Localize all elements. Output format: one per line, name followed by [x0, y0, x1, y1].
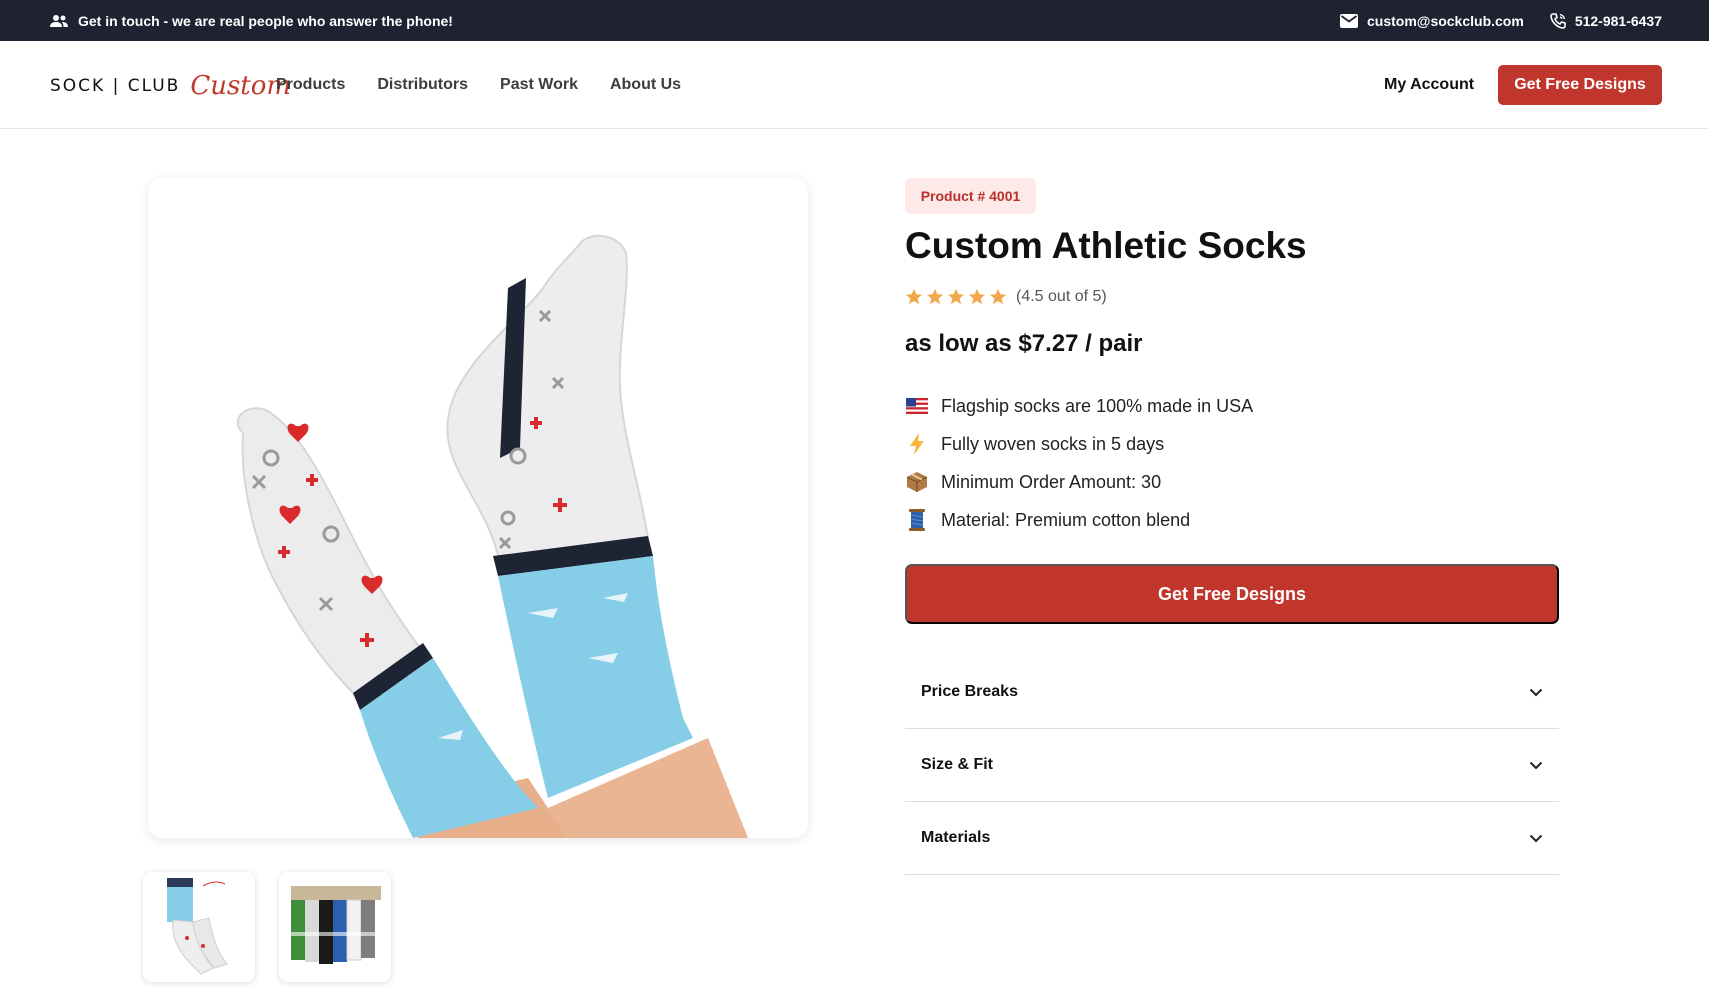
star-icon: [968, 288, 986, 305]
product-price: as low as $7.27 / pair: [905, 330, 1143, 357]
feature-list: Flagship socks are 100% made in USA Full…: [905, 387, 1253, 539]
logo-text: SOCK | CLUB: [50, 76, 181, 96]
top-bar: Get in touch - we are real people who an…: [0, 0, 1709, 41]
nav-past-work[interactable]: Past Work: [500, 76, 578, 94]
product-title: Custom Athletic Socks: [905, 225, 1307, 266]
feature-text: Fully woven socks in 5 days: [941, 433, 1165, 454]
chevron-down-icon: [1529, 688, 1543, 696]
accordion-size-fit[interactable]: Size & Fit: [905, 729, 1559, 802]
get-free-designs-button[interactable]: Get Free Designs: [905, 564, 1559, 624]
logo[interactable]: SOCK | CLUB Custom: [50, 66, 291, 106]
star-icon: [989, 288, 1007, 305]
main-product-image[interactable]: [148, 178, 808, 838]
envelope-icon: [1340, 13, 1358, 28]
thumbnail-1-image: [167, 878, 228, 975]
product-number-badge: Product # 4001: [905, 178, 1036, 214]
header-get-free-designs-button[interactable]: Get Free Designs: [1498, 65, 1662, 105]
phone-icon: [1550, 12, 1566, 29]
feature-item: Material: Premium cotton blend: [905, 501, 1253, 539]
accordion-materials[interactable]: Materials: [905, 802, 1559, 875]
people-icon: [50, 14, 68, 27]
feature-item: Fully woven socks in 5 days: [905, 425, 1253, 463]
contact-message: Get in touch - we are real people who an…: [49, 0, 453, 41]
package-icon: [905, 470, 929, 494]
nav-about-us[interactable]: About Us: [610, 76, 681, 94]
chevron-down-icon: [1529, 761, 1543, 769]
thread-spool-icon: [905, 508, 929, 532]
star-icon: [947, 288, 965, 305]
lightning-icon: [905, 432, 929, 456]
email-text: custom@sockclub.com: [1367, 12, 1524, 29]
thumbnail-2-image: [291, 886, 381, 964]
accordion-label: Size & Fit: [921, 756, 994, 773]
phone-link[interactable]: 512-981-6437: [1550, 13, 1662, 29]
site-header: SOCK | CLUB Custom Products Distributors…: [0, 41, 1709, 129]
accordion-label: Materials: [921, 829, 991, 846]
thumbnail-1[interactable]: [143, 872, 255, 982]
feature-item: Flagship socks are 100% made in USA: [905, 387, 1253, 425]
us-flag-icon: [905, 394, 929, 418]
nav-products[interactable]: Products: [276, 76, 345, 94]
feature-text: Material: Premium cotton blend: [941, 509, 1191, 530]
feature-text: Flagship socks are 100% made in USA: [941, 395, 1254, 416]
feature-item: Minimum Order Amount: 30: [905, 463, 1253, 501]
accordion-label: Price Breaks: [921, 683, 1018, 700]
contact-message-text: Get in touch - we are real people who an…: [78, 12, 453, 29]
socks-illustration: [236, 234, 748, 838]
accordion-price-breaks[interactable]: Price Breaks: [905, 656, 1559, 729]
chevron-down-icon: [1529, 834, 1543, 842]
my-account-link[interactable]: My Account: [1384, 41, 1474, 129]
thumbnail-2[interactable]: [279, 872, 391, 982]
feature-text: Minimum Order Amount: 30: [941, 471, 1162, 492]
phone-text: 512-981-6437: [1574, 12, 1662, 29]
rating-text: (4.5 out of 5): [1016, 288, 1107, 305]
product-accordion: Price Breaks Size & Fit Materials: [905, 656, 1559, 875]
star-icon: [905, 288, 923, 305]
main-nav: Products Distributors Past Work About Us: [276, 41, 681, 129]
star-icon: [926, 288, 944, 305]
nav-distributors[interactable]: Distributors: [377, 76, 468, 94]
email-link[interactable]: custom@sockclub.com: [1340, 13, 1524, 29]
product-rating: (4.5 out of 5): [905, 286, 1107, 308]
